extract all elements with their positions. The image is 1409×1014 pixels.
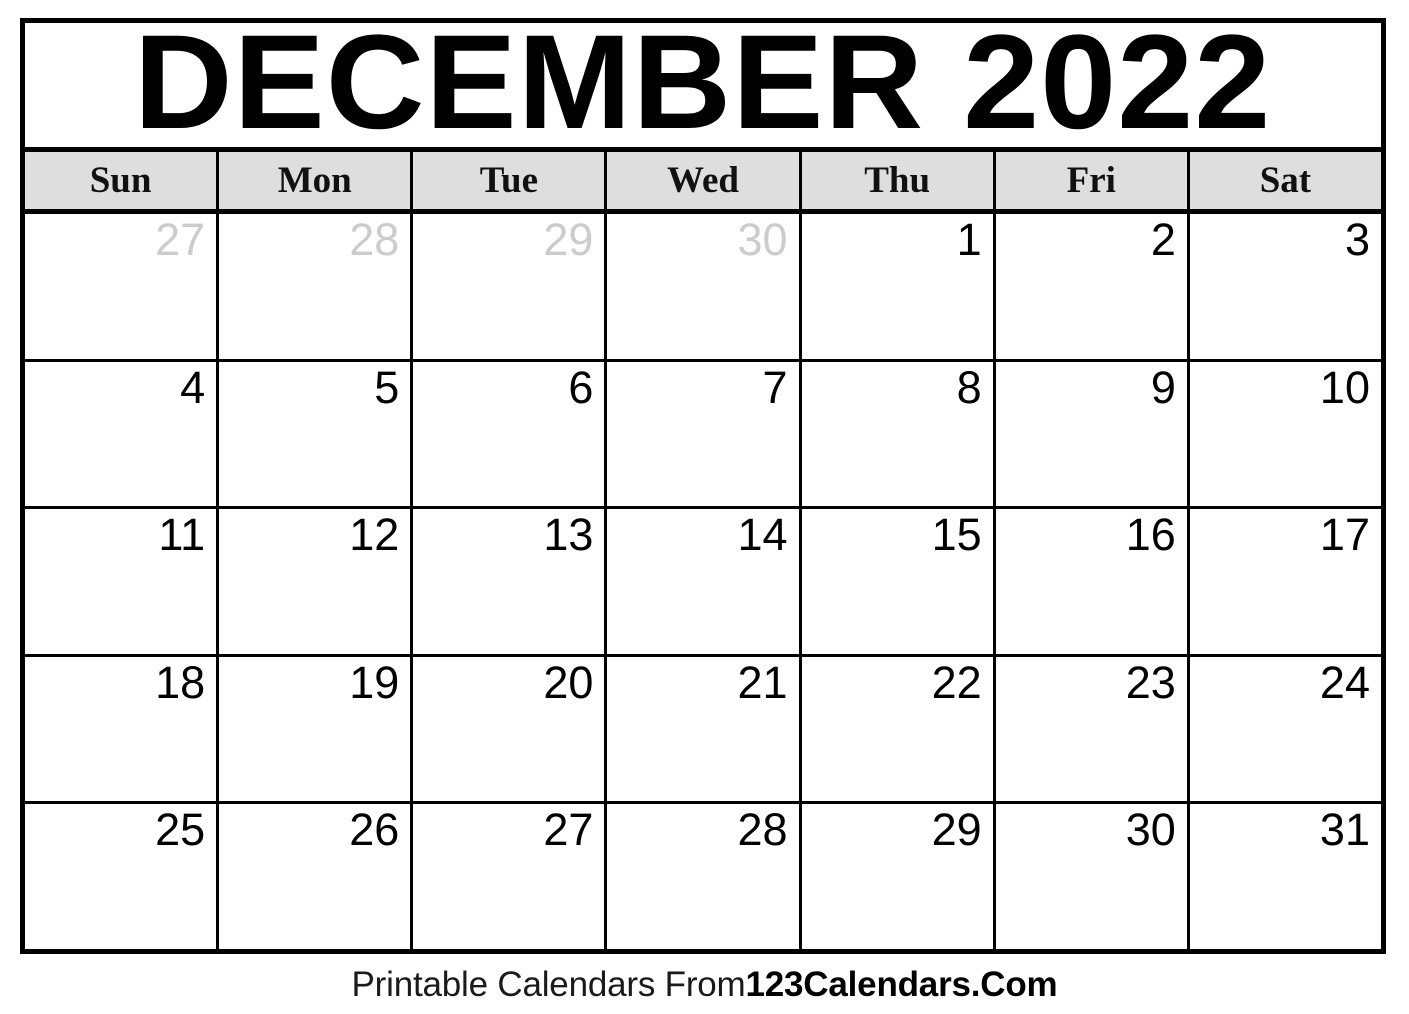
day-number: 10: [1319, 361, 1370, 413]
page-title: DECEMBER 2022: [134, 23, 1272, 152]
weekday-label: Fri: [1066, 160, 1116, 201]
footer-brand-link[interactable]: 123Calendars.Com: [746, 965, 1058, 1005]
day-number: 28: [737, 804, 788, 856]
day-number: 30: [737, 214, 788, 265]
day-number: 31: [1319, 804, 1370, 856]
week-row: 27 28 29 30 1 2 3: [25, 214, 1381, 362]
day-number: 29: [543, 214, 594, 265]
weekday-header-fri: Fri: [995, 152, 1190, 209]
day-number: 3: [1344, 214, 1370, 265]
day-cell[interactable]: 22: [801, 656, 996, 802]
weekday-label: Tue: [479, 160, 538, 201]
day-cell[interactable]: 6: [413, 361, 608, 507]
weekday-header-tue: Tue: [413, 152, 608, 209]
day-number: 19: [349, 656, 400, 708]
day-cell[interactable]: 29: [413, 214, 608, 359]
day-number: 1: [956, 214, 982, 265]
day-number: 12: [349, 509, 400, 561]
day-cell[interactable]: 26: [219, 804, 414, 949]
day-cell[interactable]: 13: [413, 509, 608, 654]
day-number: 16: [1125, 509, 1176, 561]
day-number: 14: [737, 509, 788, 561]
day-cell[interactable]: 5: [219, 361, 414, 507]
day-number: 5: [374, 361, 400, 413]
weekday-label: Thu: [864, 160, 931, 201]
day-cell[interactable]: 21: [607, 656, 802, 802]
weekday-header-wed: Wed: [607, 152, 802, 209]
day-number: 23: [1125, 656, 1176, 708]
day-cell[interactable]: 20: [413, 656, 608, 802]
weekday-label: Sat: [1259, 160, 1312, 201]
day-cell[interactable]: 28: [607, 804, 802, 949]
day-number: 29: [931, 804, 982, 856]
day-cell[interactable]: 3: [1189, 214, 1381, 359]
week-row: 11 12 13 14 15 16 17: [25, 509, 1381, 657]
day-cell[interactable]: 27: [25, 214, 220, 359]
day-number: 22: [931, 656, 982, 708]
day-cell[interactable]: 29: [801, 804, 996, 949]
day-number: 17: [1319, 509, 1370, 561]
day-number: 25: [155, 804, 206, 856]
day-number: 24: [1319, 656, 1370, 708]
day-number: 4: [180, 361, 206, 413]
day-number: 15: [931, 509, 982, 561]
day-cell[interactable]: 24: [1189, 656, 1381, 802]
day-cell[interactable]: 4: [25, 361, 220, 507]
day-cell[interactable]: 11: [25, 509, 220, 654]
weekday-header-sat: Sat: [1189, 152, 1381, 209]
day-number: 27: [543, 804, 594, 856]
day-number: 30: [1125, 804, 1176, 856]
day-cell[interactable]: 31: [1189, 804, 1381, 949]
day-cell[interactable]: 16: [995, 509, 1190, 654]
day-cell[interactable]: 23: [995, 656, 1190, 802]
day-cell[interactable]: 27: [413, 804, 608, 949]
week-row: 18 19 20 21 22 23 24: [25, 656, 1381, 805]
footer-prefix: Printable Calendars From: [351, 965, 746, 1004]
day-number: 20: [543, 656, 594, 708]
day-cell[interactable]: 28: [219, 214, 414, 359]
day-number: 6: [568, 361, 594, 413]
day-cell[interactable]: 10: [1189, 361, 1381, 507]
day-cell[interactable]: 8: [801, 361, 996, 507]
day-number: 8: [956, 361, 982, 413]
day-cell[interactable]: 14: [607, 509, 802, 654]
day-cell[interactable]: 25: [25, 804, 220, 949]
day-number: 27: [155, 214, 206, 265]
day-number: 21: [737, 656, 788, 708]
weekday-label: Mon: [277, 160, 352, 201]
weekday-header-mon: Mon: [219, 152, 414, 209]
week-row: 25 26 27 28 29 30 31: [25, 804, 1381, 949]
day-number: 26: [349, 804, 400, 856]
day-number: 28: [349, 214, 400, 265]
weekday-header-thu: Thu: [801, 152, 996, 209]
day-number: 7: [762, 361, 788, 413]
day-number: 11: [158, 509, 206, 561]
day-number: 9: [1150, 361, 1176, 413]
day-cell[interactable]: 30: [607, 214, 802, 359]
calendar-grid: 27 28 29 30 1 2 3 4 5 6 7 8 9 10 11 12 1…: [25, 214, 1381, 949]
day-cell[interactable]: 1: [801, 214, 996, 359]
day-cell[interactable]: 7: [607, 361, 802, 507]
day-number: 13: [543, 509, 594, 561]
calendar-title-bar: DECEMBER 2022: [25, 23, 1381, 152]
day-cell[interactable]: 18: [25, 656, 220, 802]
day-number: 18: [155, 656, 206, 708]
day-cell[interactable]: 2: [995, 214, 1190, 359]
footer: Printable Calendars From 123Calendars.Co…: [0, 955, 1409, 1014]
calendar-frame: DECEMBER 2022 Sun Mon Tue Wed Thu Fri Sa…: [20, 18, 1386, 954]
day-number: 2: [1150, 214, 1176, 265]
day-cell[interactable]: 15: [801, 509, 996, 654]
calendar-page: DECEMBER 2022 Sun Mon Tue Wed Thu Fri Sa…: [0, 0, 1409, 1014]
day-cell[interactable]: 30: [995, 804, 1190, 949]
day-cell[interactable]: 12: [219, 509, 414, 654]
weekday-header-row: Sun Mon Tue Wed Thu Fri Sat: [25, 152, 1381, 214]
weekday-label: Sun: [89, 160, 152, 201]
day-cell[interactable]: 17: [1189, 509, 1381, 654]
weekday-label: Wed: [667, 160, 739, 201]
day-cell[interactable]: 19: [219, 656, 414, 802]
week-row: 4 5 6 7 8 9 10: [25, 361, 1381, 510]
day-cell[interactable]: 9: [995, 361, 1190, 507]
weekday-header-sun: Sun: [25, 152, 220, 209]
